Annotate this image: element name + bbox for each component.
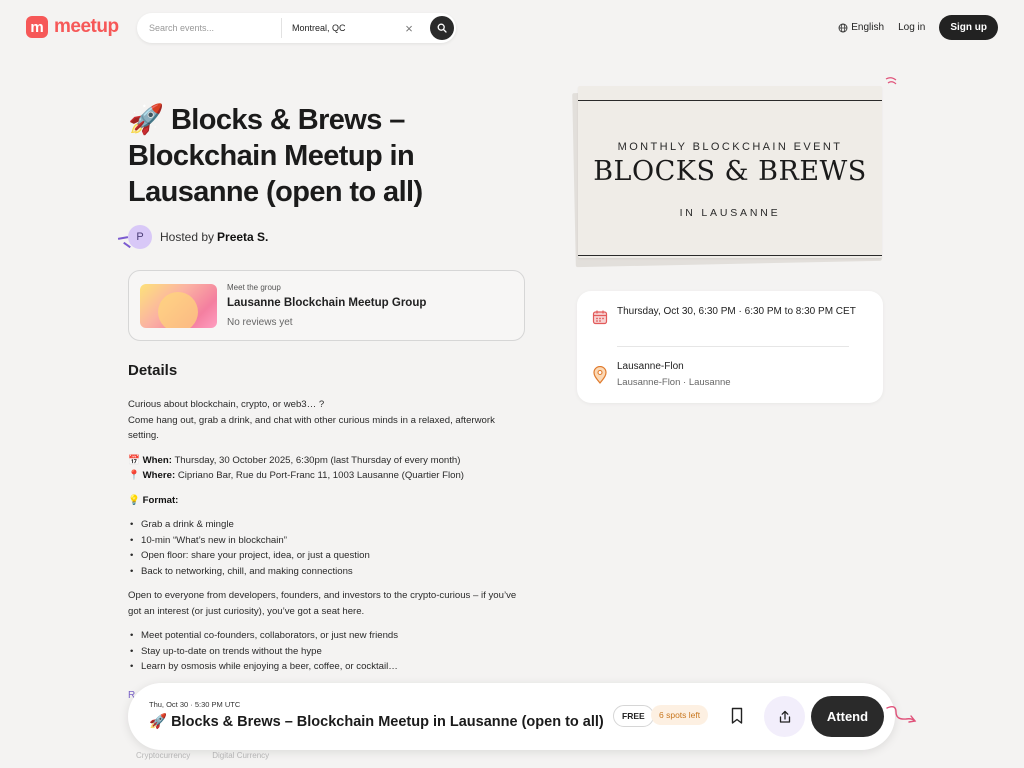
event-info-card: Thursday, Oct 30, 6:30 PM · 6:30 PM to 8… [577,291,883,403]
group-card[interactable]: Meet the group Lausanne Blockchain Meetu… [128,270,525,341]
sticky-attend-bar: Thu, Oct 30 · 5:30 PM UTC 🚀 Blocks & Bre… [128,683,895,750]
venue-name[interactable]: Lausanne-Flon [617,361,684,372]
tag-chip[interactable]: Digital Currency [212,751,269,760]
search-bar: × [137,13,456,43]
event-datetime[interactable]: Thursday, Oct 30, 6:30 PM · 6:30 PM to 8… [617,304,857,320]
meetup-logo-icon: m [26,16,48,38]
poster-title: BLOCKS & BREWS [593,156,867,187]
clear-location-icon[interactable]: × [402,21,416,36]
format-label: Format: [142,494,179,506]
hosted-by-label: Hosted by [160,230,215,244]
list-item: Meet potential co-founders, collaborator… [128,628,528,644]
list-item: Back to networking, chill, and making co… [128,564,528,580]
open-paragraph: Open to everyone from developers, founde… [128,590,517,617]
list-item: Open floor: share your project, idea, or… [128,548,528,564]
venue-address: Lausanne-Flon · Lausanne [617,377,731,388]
sparkle-icon [885,77,897,85]
poster-place: IN LAUSANNE [679,207,781,219]
event-poster[interactable]: MONTHLY BLOCKCHAIN EVENT BLOCKS & BREWS … [572,77,897,268]
group-reviews: No reviews yet [227,317,293,328]
host-avatar[interactable]: P [128,225,152,249]
format-list: Grab a drink & mingle 10-min “What’s new… [128,517,528,579]
where-label: Where: [142,470,176,481]
when-where-paragraph: 📅 When: Thursday, 30 October 2025, 6:30p… [128,453,528,484]
benefits-list: Meet potential co-founders, collaborator… [128,628,528,675]
search-icon [437,23,447,33]
language-selector[interactable]: English [838,22,884,33]
calendar-emoji-icon: 📅 [128,454,140,466]
location-pin-icon [593,366,607,384]
language-label: English [851,22,885,33]
when-text: Thursday, 30 October 2025, 6:30pm (last … [174,454,461,466]
login-link[interactable]: Log in [898,22,925,33]
spots-left-badge: 6 spots left [651,705,709,725]
host-name[interactable]: Preeta S. [217,230,268,244]
lightbulb-emoji-icon: 💡 [128,494,140,506]
price-badge: FREE [613,705,654,727]
group-thumbnail [140,284,217,328]
topic-tags: Cryptocurrency Digital Currency [136,751,269,760]
poster-card: MONTHLY BLOCKCHAIN EVENT BLOCKS & BREWS … [578,86,882,258]
when-label: When: [142,454,172,466]
sticky-title: 🚀 Blocks & Brews – Blockchain Meetup in … [149,714,604,730]
nav-actions: English Log in Sign up [838,15,998,40]
signup-button[interactable]: Sign up [939,15,998,40]
intro-line-2: Come hang out, grab a drink, and chat wi… [128,414,495,442]
poster-subtitle: MONTHLY BLOCKCHAIN EVENT [617,141,843,153]
meetup-logo[interactable]: m meetup [26,16,119,38]
search-button[interactable] [430,16,454,40]
scribble-arrow-icon [886,705,917,723]
meetup-logo-text: meetup [54,16,119,37]
sticky-date: Thu, Oct 30 · 5:30 PM UTC [149,700,241,709]
share-button[interactable] [764,696,805,737]
share-icon [779,710,790,723]
poster-rule-bottom [578,255,882,256]
format-heading: 💡 Format: [128,493,528,509]
attend-button[interactable]: Attend [811,696,884,737]
location-input[interactable] [292,23,392,33]
list-item: Grab a drink & mingle [128,517,528,533]
info-divider [617,346,849,347]
globe-icon [838,23,848,32]
tag-chip[interactable]: Cryptocurrency [136,751,190,760]
bookmark-icon[interactable] [730,707,744,725]
top-nav: m meetup × English Log in Sign up [0,0,1024,56]
list-item: 10-min “What’s new in blockchain” [128,533,528,549]
intro-paragraph: Curious about blockchain, crypto, or web… [128,397,528,444]
event-description: Curious about blockchain, crypto, or web… [128,397,528,684]
details-heading: Details [128,362,178,379]
event-title: 🚀 Blocks & Brews – Blockchain Meetup in … [128,104,423,208]
meet-the-group-label: Meet the group [227,283,281,292]
list-item: Stay up-to-date on trends without the hy… [128,644,528,660]
group-name[interactable]: Lausanne Blockchain Meetup Group [227,297,426,309]
poster-rule-top [578,100,882,101]
host-info: P Hosted by Preeta S. [128,225,268,249]
list-item: Learn by osmosis while enjoying a beer, … [128,659,528,675]
search-divider [281,18,282,38]
calendar-icon [592,310,608,325]
where-text: Cipriano Bar, Rue du Port-Franc 11, 1003… [177,470,464,481]
intro-line-1: Curious about blockchain, crypto, or web… [128,399,325,410]
search-input[interactable] [149,23,277,33]
pin-emoji-icon: 📍 [128,470,140,481]
